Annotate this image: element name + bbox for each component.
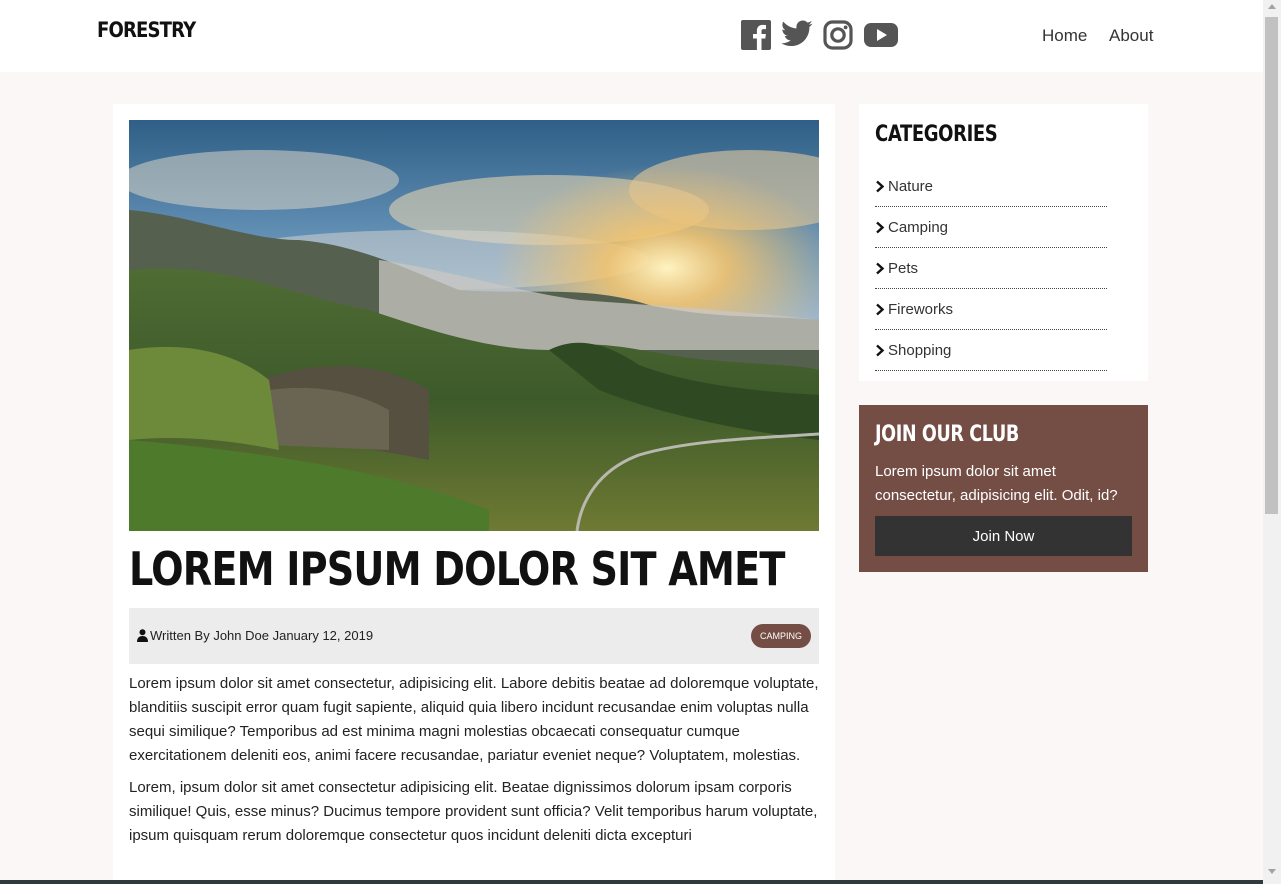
scroll-up-arrow-icon[interactable] <box>1268 4 1276 9</box>
category-label: Nature <box>888 177 934 195</box>
join-club-panel: JOIN OUR CLUB Lorem ipsum dolor sit amet… <box>859 405 1148 572</box>
category-item-pets[interactable]: Pets <box>875 248 1107 289</box>
join-now-button[interactable]: Join Now <box>875 516 1132 556</box>
post-paragraph: Lorem, ipsum dolor sit amet consectetur … <box>129 779 818 844</box>
categories-list: Nature Camping Pets Fireworks Shopping <box>875 166 1107 371</box>
twitter-icon[interactable] <box>781 20 813 53</box>
join-club-heading: JOIN OUR CLUB <box>875 422 1019 447</box>
category-item-camping[interactable]: Camping <box>875 207 1107 248</box>
instagram-icon[interactable] <box>823 20 853 55</box>
scrollbar-thumb[interactable] <box>1265 17 1278 514</box>
categories-heading: CATEGORIES <box>875 122 998 147</box>
category-badge[interactable]: CAMPING <box>750 624 811 648</box>
category-item-shopping[interactable]: Shopping <box>875 330 1107 371</box>
scroll-down-arrow-icon[interactable] <box>1268 869 1276 874</box>
chevron-right-icon <box>876 303 885 315</box>
chevron-right-icon <box>876 262 885 274</box>
facebook-icon[interactable] <box>741 20 771 55</box>
page-scrollbar[interactable] <box>1263 0 1281 884</box>
main-article: LOREM IPSUM DOLOR SIT AMET Written By Jo… <box>113 104 835 884</box>
post-meta-text: Written By John Doe January 12, 2019 <box>150 628 374 643</box>
post-meta-bar: Written By John Doe January 12, 2019 CAM… <box>129 608 819 664</box>
join-club-text: Lorem ipsum dolor sit amet consectetur, … <box>875 463 1118 504</box>
category-label: Camping <box>888 218 949 236</box>
post-body: Lorem ipsum dolor sit amet consectetur, … <box>129 672 819 856</box>
hero-image <box>129 120 819 531</box>
category-label: Shopping <box>888 341 952 359</box>
category-item-nature[interactable]: Nature <box>875 166 1107 207</box>
post-meta: Written By John Doe January 12, 2019 <box>137 628 373 643</box>
bottom-edge <box>0 880 1263 884</box>
nav-about[interactable]: About <box>1109 26 1153 46</box>
categories-panel: CATEGORIES Nature Camping Pets Fireworks… <box>859 104 1148 381</box>
category-label: Fireworks <box>888 300 954 318</box>
post-title: LOREM IPSUM DOLOR SIT AMET <box>129 542 785 596</box>
post-paragraph: Lorem ipsum dolor sit amet consectetur, … <box>129 675 819 764</box>
chevron-right-icon <box>876 221 885 233</box>
category-label: Pets <box>888 259 919 277</box>
user-icon <box>137 629 148 642</box>
chevron-right-icon <box>876 180 885 192</box>
category-item-fireworks[interactable]: Fireworks <box>875 289 1107 330</box>
chevron-right-icon <box>876 344 885 356</box>
nav-home[interactable]: Home <box>1042 26 1087 46</box>
youtube-icon[interactable] <box>863 20 899 55</box>
site-logo[interactable]: FORESTRY <box>97 18 196 42</box>
top-header: FORESTRY Home About <box>0 0 1263 72</box>
